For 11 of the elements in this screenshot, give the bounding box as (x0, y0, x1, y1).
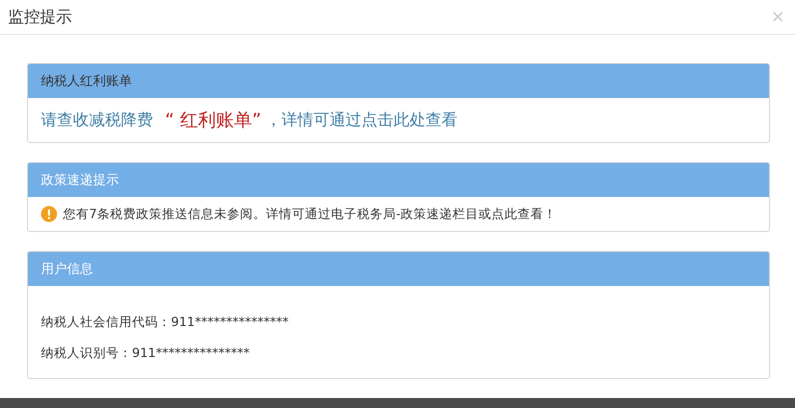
panel-header: 纳税人红利账单 (28, 64, 769, 98)
info-field: 纳税人识别号：911*************** (41, 345, 250, 360)
message-text: 请查收减税降费 (41, 110, 153, 130)
info-field: 纳税人社会信用代码：911*************** (41, 314, 289, 329)
details-link[interactable]: ，详情可通过点击此处查看 (265, 110, 458, 130)
notice-text: 您有7条税费政策推送信息未参阅。详情可通过电子税务局-政策速递栏目或点此查看！ (63, 206, 556, 222)
panel-header: 政策速递提示 (28, 163, 769, 197)
warning-icon (41, 206, 57, 222)
bill-link[interactable]: “ 红利账单” (165, 108, 262, 132)
panel-header: 用户信息 (28, 252, 769, 286)
dialog-title: 监控提示 (8, 6, 72, 28)
